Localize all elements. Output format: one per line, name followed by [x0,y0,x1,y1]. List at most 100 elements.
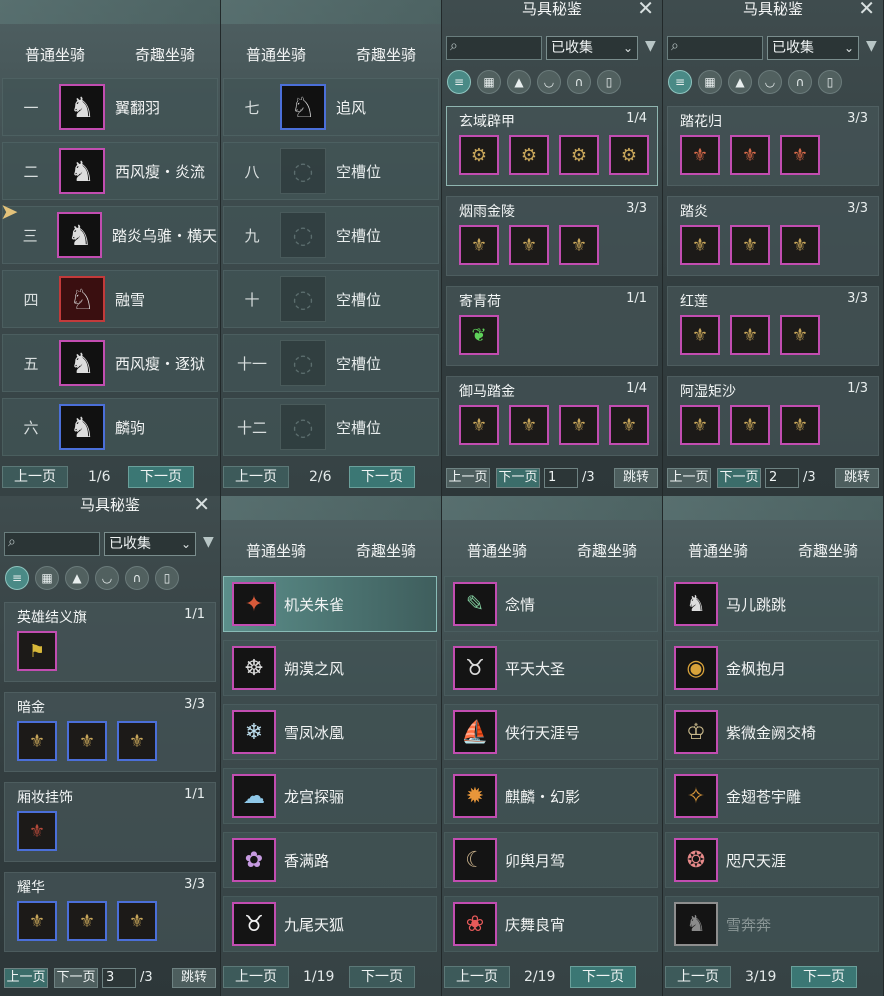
funnel-icon[interactable]: ▼ [866,38,877,54]
grid-category-icon[interactable]: ▦ [35,566,59,590]
chest-item-icon[interactable]: ⚜ [780,315,820,355]
next-page-button[interactable]: 下一页 [128,466,194,488]
ornament-item-icon[interactable]: ⚜ [17,811,57,851]
set-card[interactable]: 暗金 3/3 ⚜ ⚜ ⚜ [4,692,216,772]
saddle-item-icon[interactable]: ⚜ [730,135,770,175]
chest-item-icon[interactable]: ⚜ [509,225,549,265]
next-page-button[interactable]: 下一页 [791,966,857,988]
mount-row[interactable]: ⛵ 侠行天涯号 [444,704,658,760]
leg-item-icon[interactable]: ⚜ [559,405,599,445]
slot-row[interactable]: 八 ◌ 空槽位 [223,142,439,200]
slot-row[interactable]: 九 ◌ 空槽位 [223,206,439,264]
mount-row[interactable]: ✹ 麒麟・幻影 [444,768,658,824]
saddle-item-icon[interactable]: ⚜ [67,721,107,761]
grid-category-icon[interactable]: ▦ [477,70,501,94]
close-icon[interactable]: ✕ [637,0,654,18]
all-category-icon[interactable]: ≡ [447,70,471,94]
leg-category-icon[interactable]: ▯ [818,70,842,94]
head-category-icon[interactable]: ▲ [507,70,531,94]
chest-item-icon[interactable]: ⚜ [780,135,820,175]
collected-filter-select[interactable]: 已收集 ⌄ [104,532,196,556]
set-card[interactable]: 英雄结义旗 1/1 ⚑ [4,602,216,682]
saddle-item-icon[interactable]: ⚜ [730,225,770,265]
next-page-button[interactable]: 下一页 [54,968,98,988]
banner-item-icon[interactable]: ⚑ [17,631,57,671]
mount-row[interactable]: ♞ 马儿跳跳 [665,576,879,632]
head-item-icon[interactable]: ⚜ [17,901,57,941]
chest-category-icon[interactable]: ◡ [95,566,119,590]
all-category-icon[interactable]: ≡ [668,70,692,94]
leg-item-icon[interactable]: ⚙ [559,135,599,175]
collected-filter-select[interactable]: 已收集 ⌄ [767,36,859,60]
set-card[interactable]: 玄域辟甲 1/4 ⚙ ⚙ ⚙ ⚙ [446,106,658,186]
head-item-icon[interactable]: ⚜ [459,225,499,265]
mount-row[interactable]: ☾ 卯舆月驾 [444,832,658,888]
chest-category-icon[interactable]: ◡ [758,70,782,94]
slot-row[interactable]: 二 ♞ 西风瘦・炎流 [2,142,218,200]
head-item-icon[interactable]: ⚜ [680,405,720,445]
next-page-button[interactable]: 下一页 [349,466,415,488]
jump-button[interactable]: 跳转 [614,468,658,488]
mount-row[interactable]: ◉ 金枫抱月 [665,640,879,696]
tab-fun-mounts[interactable]: 奇趣坐骑 [331,538,441,564]
leg-category-icon[interactable]: ▯ [597,70,621,94]
set-card[interactable]: 踏花归 3/3 ⚜ ⚜ ⚜ [667,106,879,186]
set-card[interactable]: 御马踏金 1/4 ⚜ ⚜ ⚜ ⚜ [446,376,658,456]
tab-normal-mounts[interactable]: 普通坐骑 [663,538,773,564]
mount-row[interactable]: ✧ 金翅苍宇雕 [665,768,879,824]
grid-category-icon[interactable]: ▦ [698,70,722,94]
slot-row[interactable]: 六 ♞ 麟驹 [2,398,218,456]
mount-row[interactable]: ❀ 庆舞良宵 [444,896,658,952]
tab-normal-mounts[interactable]: 普通坐骑 [221,42,331,68]
saddle-category-icon[interactable]: ∩ [567,70,591,94]
prev-page-button[interactable]: 上一页 [446,468,490,488]
page-input[interactable]: 2 [765,468,799,488]
saddle-category-icon[interactable]: ∩ [125,566,149,590]
head-item-icon[interactable]: ⚜ [680,135,720,175]
close-icon[interactable]: ✕ [193,496,210,514]
tab-normal-mounts[interactable]: 普通坐骑 [0,42,110,68]
prev-page-button[interactable]: 上一页 [223,966,289,988]
slot-row[interactable]: 五 ♞ 西风瘦・逐狱 [2,334,218,392]
tab-normal-mounts[interactable]: 普通坐骑 [442,538,552,564]
tab-fun-mounts[interactable]: 奇趣坐骑 [331,42,441,68]
prev-page-button[interactable]: 上一页 [223,466,289,488]
chest-item-icon[interactable]: ⚜ [780,405,820,445]
tab-fun-mounts[interactable]: 奇趣坐骑 [552,538,662,564]
next-page-button[interactable]: 下一页 [717,468,761,488]
page-input[interactable]: 3 [102,968,136,988]
saddle-item-icon[interactable]: ⚜ [609,405,649,445]
next-page-button[interactable]: 下一页 [570,966,636,988]
head-item-icon[interactable]: ⚜ [17,721,57,761]
search-input[interactable]: ⌕ [4,532,100,556]
funnel-icon[interactable]: ▼ [203,534,214,550]
saddle-item-icon[interactable]: ⚜ [67,901,107,941]
chest-item-icon[interactable]: ⚜ [117,721,157,761]
leg-item-icon[interactable]: ⚜ [559,225,599,265]
set-card[interactable]: 红莲 3/3 ⚜ ⚜ ⚜ [667,286,879,366]
tab-fun-mounts[interactable]: 奇趣坐骑 [773,538,883,564]
chest-item-icon[interactable]: ⚜ [117,901,157,941]
mount-row[interactable]: ♉ 九尾天狐 [223,896,437,952]
mount-row[interactable]: ♞ 雪奔奔 [665,896,879,952]
page-input[interactable]: 1 [544,468,578,488]
mount-row[interactable]: ✎ 念情 [444,576,658,632]
chest-category-icon[interactable]: ◡ [537,70,561,94]
mount-row[interactable]: ❂ 咫尺天涯 [665,832,879,888]
saddle-item-icon[interactable]: ⚜ [730,405,770,445]
search-input[interactable]: ⌕ [446,36,542,60]
set-card[interactable]: 烟雨金陵 3/3 ⚜ ⚜ ⚜ [446,196,658,276]
mount-row[interactable]: ❄ 雪凤冰凰 [223,704,437,760]
chest-item-icon[interactable]: ⚜ [780,225,820,265]
saddle-item-icon[interactable]: ⚙ [509,135,549,175]
head-item-icon[interactable]: ⚙ [609,135,649,175]
next-page-button[interactable]: 下一页 [496,468,540,488]
head-item-icon[interactable]: ⚜ [680,315,720,355]
head-category-icon[interactable]: ▲ [728,70,752,94]
mount-row[interactable]: ♉ 平天大圣 [444,640,658,696]
next-page-button[interactable]: 下一页 [349,966,415,988]
head-item-icon[interactable]: ⚜ [680,225,720,265]
head-category-icon[interactable]: ▲ [65,566,89,590]
mount-row[interactable]: ✦ 机关朱雀 [223,576,437,632]
slot-row[interactable]: 十 ◌ 空槽位 [223,270,439,328]
